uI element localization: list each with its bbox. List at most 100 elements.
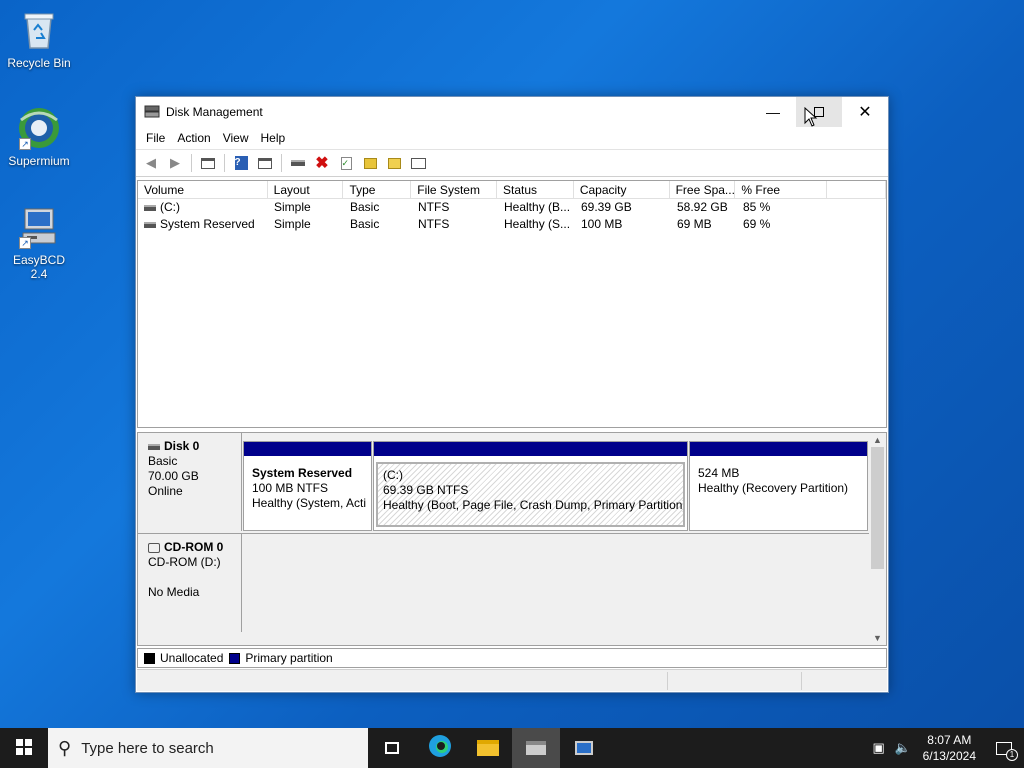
column-header-blank	[827, 181, 886, 198]
minimize-button[interactable]: —	[750, 97, 796, 127]
volume-list-header: Volume Layout Type File System Status Ca…	[138, 181, 886, 199]
delete-x-icon: ✖	[315, 155, 329, 172]
clock-date: 6/13/2024	[922, 749, 976, 763]
supermium-icon: ↗	[17, 106, 61, 150]
notification-count: 1	[1006, 748, 1018, 761]
clock[interactable]: 8:07 AM 6/13/2024	[915, 732, 984, 764]
menu-view[interactable]: View	[217, 131, 255, 145]
disk-0-label[interactable]: Disk 0 Basic 70.00 GB Online	[138, 433, 242, 531]
windows-logo-icon	[16, 738, 32, 758]
start-button[interactable]	[0, 728, 48, 768]
column-header-layout[interactable]: Layout	[268, 181, 344, 198]
show-hide-console-tree-button[interactable]	[197, 152, 219, 174]
desktop-icon-supermium[interactable]: ↗ Supermium	[4, 106, 74, 168]
disk-row-disk-0: Disk 0 Basic 70.00 GB Online System Rese…	[138, 433, 871, 531]
volume-status: Healthy (S...	[504, 217, 571, 231]
partition-color-bar	[244, 442, 371, 456]
title-bar[interactable]: Disk Management — ✕	[136, 97, 888, 127]
column-header-capacity[interactable]: Capacity	[574, 181, 670, 198]
settings-list-button[interactable]	[407, 152, 429, 174]
volume-drive-icon	[144, 204, 156, 211]
volume-type: Basic	[350, 217, 380, 231]
folder-icon	[477, 740, 499, 756]
menu-file[interactable]: File	[140, 131, 171, 145]
forward-button[interactable]: ▶	[164, 152, 186, 174]
help-button[interactable]: ?	[230, 152, 252, 174]
column-header-status[interactable]: Status	[497, 181, 574, 198]
disk-type: CD-ROM (D:)	[148, 555, 221, 569]
column-header-volume[interactable]: Volume	[138, 181, 268, 198]
menu-help[interactable]: Help	[255, 131, 292, 145]
notification-icon: 1	[996, 741, 1018, 761]
partition-color-bar	[690, 442, 867, 456]
properties-button[interactable]: ✓	[335, 152, 357, 174]
task-view-button[interactable]	[368, 728, 416, 768]
close-button[interactable]: ✕	[842, 97, 888, 127]
volume-muted-icon[interactable]: 🔈	[891, 740, 915, 756]
connect-disk-icon	[291, 160, 305, 166]
taskbar-disk-management[interactable]	[512, 728, 560, 768]
volume-layout: Simple	[274, 200, 311, 214]
scroll-thumb[interactable]	[871, 447, 884, 569]
open-button[interactable]	[359, 152, 381, 174]
taskbar-file-explorer[interactable]	[464, 728, 512, 768]
disk-name: CD-ROM 0	[164, 540, 224, 554]
partition-size: 69.39 GB NTFS	[383, 483, 469, 497]
unallocated-swatch	[144, 652, 155, 664]
partition-recovery[interactable]: 524 MB Healthy (Recovery Partition)	[689, 441, 868, 531]
taskbar-easybcd[interactable]	[560, 728, 608, 768]
list-settings-icon	[410, 157, 426, 169]
cdrom-0-label[interactable]: CD-ROM 0 CD-ROM (D:) No Media	[138, 534, 242, 632]
scroll-up-arrow-icon[interactable]: ▲	[869, 433, 886, 447]
table-row[interactable]: System Reserved Simple Basic NTFS Health…	[138, 216, 886, 233]
menu-action[interactable]: Action	[171, 131, 216, 145]
maximize-button[interactable]	[796, 97, 842, 127]
column-header-file-system[interactable]: File System	[411, 181, 498, 198]
volume-percent-free: 69 %	[743, 217, 771, 231]
console-tree-icon	[201, 157, 215, 169]
desktop-icon-easybcd[interactable]: ↗ EasyBCD 2.4	[4, 205, 74, 281]
partition-size: 100 MB NTFS	[252, 481, 329, 495]
help-icon: ?	[234, 156, 248, 170]
legend-primary-partition: Primary partition	[245, 651, 333, 665]
recycle-bin-icon	[17, 8, 61, 52]
taskbar-search-box[interactable]: ⚲ Type here to search	[48, 728, 368, 768]
delete-button[interactable]: ✖	[311, 152, 333, 174]
partition-status: Healthy (Boot, Page File, Crash Dump, Pr…	[383, 498, 685, 512]
volume-status: Healthy (B...	[504, 200, 571, 214]
notification-center-button[interactable]: 1	[984, 728, 1024, 768]
volume-name: System Reserved	[160, 217, 255, 231]
table-row[interactable]: (C:) Simple Basic NTFS Healthy (B... 69.…	[138, 199, 886, 216]
back-button[interactable]: ◀	[140, 152, 162, 174]
partition-c-drive[interactable]: (C:) 69.39 GB NTFS Healthy (Boot, Page F…	[373, 441, 688, 531]
disk-management-taskbar-icon	[526, 741, 546, 755]
volume-capacity: 69.39 GB	[581, 200, 632, 214]
column-header-type[interactable]: Type	[343, 181, 412, 198]
search-icon: ⚲	[58, 737, 72, 758]
cdrom-icon	[148, 542, 160, 553]
easybcd-icon: ↗	[17, 205, 61, 249]
partition-system-reserved[interactable]: System Reserved 100 MB NTFS Healthy (Sys…	[243, 441, 372, 531]
close-icon: ✕	[858, 104, 872, 121]
partition-title: System Reserved	[252, 466, 353, 480]
volume-name: (C:)	[160, 200, 180, 214]
connect-disk-button[interactable]	[287, 152, 309, 174]
disk-map-scrollbar[interactable]: ▲ ▼	[869, 433, 886, 645]
partition-status: Healthy (System, Acti	[252, 496, 367, 510]
explore-button[interactable]	[383, 152, 405, 174]
show-action-pane-button[interactable]	[254, 152, 276, 174]
network-icon[interactable]: ▣	[867, 740, 891, 756]
cdrom-media-area	[243, 534, 871, 631]
column-header-free-space[interactable]: Free Spa...	[670, 181, 736, 198]
disk-state: No Media	[148, 585, 200, 599]
menu-bar: File Action View Help	[136, 127, 888, 149]
action-pane-icon	[258, 157, 272, 169]
column-header-percent-free[interactable]: % Free	[735, 181, 828, 198]
task-view-icon	[385, 742, 399, 754]
minimize-icon: —	[766, 104, 780, 120]
forward-arrow-icon: ▶	[170, 155, 180, 170]
disk-size	[148, 570, 241, 585]
scroll-down-arrow-icon[interactable]: ▼	[869, 631, 886, 645]
desktop-icon-recycle-bin[interactable]: Recycle Bin	[4, 8, 74, 70]
taskbar-edge[interactable]	[416, 728, 464, 768]
